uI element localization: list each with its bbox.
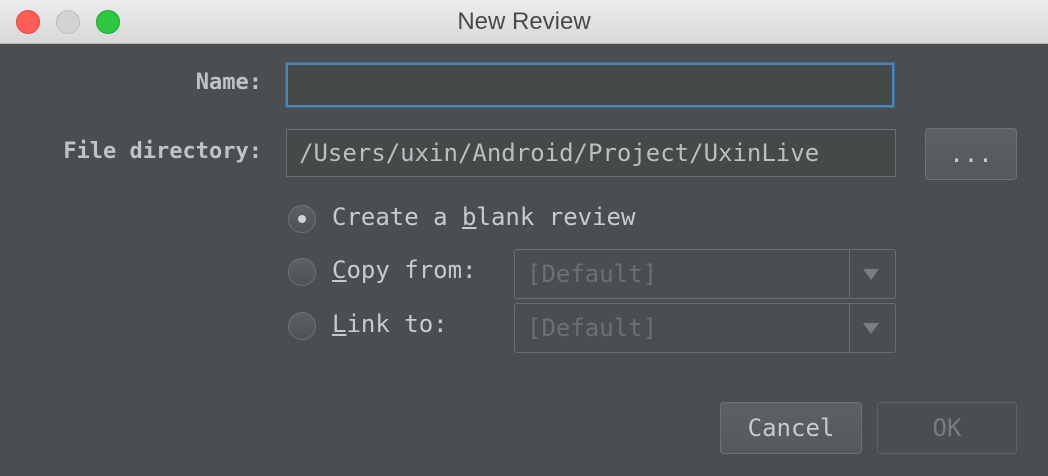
link-to-dropdown[interactable]: [Default] — [514, 303, 896, 353]
radio-selected-dot — [298, 215, 306, 223]
copy-from-radio[interactable] — [288, 258, 316, 286]
chevron-down-icon — [863, 323, 879, 334]
new-review-dialog: New Review Name: File directory: /Users/… — [0, 0, 1048, 476]
ok-button[interactable]: OK — [877, 402, 1017, 454]
file-directory-field[interactable]: /Users/uxin/Android/Project/UxinLive — [286, 129, 896, 177]
create-blank-label: Create a blank review — [332, 203, 635, 231]
link-to-value: [Default] — [527, 314, 658, 342]
mnemonic: b — [462, 203, 477, 231]
browse-button[interactable]: ... — [925, 128, 1017, 180]
mnemonic: C — [332, 256, 347, 284]
file-directory-label: File directory: — [63, 139, 262, 164]
label-text: lank review — [476, 203, 636, 231]
label-text: opy from: — [346, 256, 477, 284]
copy-from-value: [Default] — [527, 260, 658, 288]
copy-from-label: Copy from: — [332, 256, 477, 284]
chevron-down-icon — [863, 269, 879, 280]
mnemonic: L — [332, 310, 347, 338]
label-text: Create a — [332, 203, 463, 231]
copy-from-dropdown[interactable]: [Default] — [514, 249, 896, 299]
link-to-radio[interactable] — [288, 312, 316, 340]
window-title: New Review — [457, 8, 591, 35]
title-bar: New Review — [0, 0, 1048, 44]
dropdown-divider — [849, 304, 850, 352]
dropdown-divider — [849, 250, 850, 298]
name-input[interactable] — [286, 63, 894, 107]
name-label: Name: — [195, 70, 262, 95]
label-text: ink to: — [346, 310, 448, 338]
link-to-label: Link to: — [332, 310, 448, 338]
create-blank-radio[interactable] — [288, 205, 316, 233]
cancel-button[interactable]: Cancel — [720, 402, 862, 454]
